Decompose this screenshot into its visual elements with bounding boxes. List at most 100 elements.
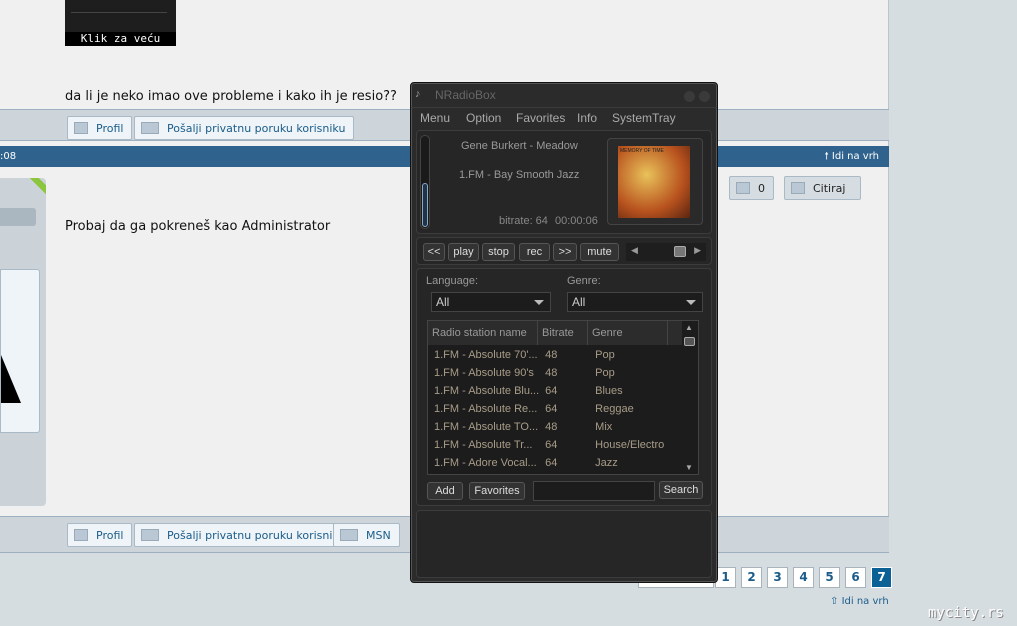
msn-button[interactable]: MSN bbox=[333, 523, 400, 547]
album-art-title: MEMORY OF TIME bbox=[620, 148, 664, 154]
scroll-up-icon[interactable]: ▲ bbox=[685, 323, 693, 332]
station-name: 1.FM - Absolute Blu... bbox=[434, 385, 540, 397]
column-genre[interactable]: Genre bbox=[588, 321, 668, 345]
station-genre: Pop bbox=[595, 367, 615, 379]
station-bitrate: 64 bbox=[545, 457, 558, 469]
go-top-link[interactable]: ⇧ Idi na vrh bbox=[830, 596, 889, 607]
now-playing-panel: Gene Burkert - Meadow 1.FM - Bay Smooth … bbox=[416, 130, 712, 234]
bitrate: bitrate: 64 bbox=[499, 215, 548, 227]
station-genre: Jazz bbox=[595, 457, 618, 469]
list-scrollbar[interactable]: ▲ ▼ bbox=[681, 321, 698, 474]
search-button[interactable]: Search bbox=[659, 481, 703, 499]
close-button[interactable] bbox=[699, 91, 710, 102]
thumb-caption: Klik za veću bbox=[65, 32, 176, 46]
menu-systemtray[interactable]: SystemTray bbox=[612, 111, 676, 125]
page-4[interactable]: 4 bbox=[793, 567, 814, 588]
stop-button[interactable]: stop bbox=[482, 243, 515, 261]
post-text: da li je neko imao ove probleme i kako i… bbox=[65, 89, 397, 104]
station-name: 1.FM - Absolute 70'... bbox=[434, 349, 538, 361]
station-row[interactable]: 1.FM - Absolute 70'... 48 Pop bbox=[428, 346, 669, 364]
msn-label: MSN bbox=[366, 528, 391, 542]
menu-menu[interactable]: Menu bbox=[420, 111, 450, 125]
track-name: Gene Burkert - Meadow bbox=[461, 140, 578, 152]
seek-bar[interactable]: ◀ ▶ bbox=[626, 243, 706, 261]
page-7-current[interactable]: 7 bbox=[871, 567, 892, 588]
seek-left-icon[interactable]: ◀ bbox=[631, 245, 638, 256]
like-button[interactable]: 0 bbox=[729, 176, 774, 200]
station-bitrate: 64 bbox=[545, 439, 558, 451]
genre-value: All bbox=[572, 295, 586, 309]
menu-favorites[interactable]: Favorites bbox=[516, 111, 565, 125]
station-bitrate: 64 bbox=[545, 385, 558, 397]
avatar bbox=[0, 269, 40, 433]
genre-label: Genre: bbox=[567, 275, 601, 287]
station-genre: Blues bbox=[595, 385, 623, 397]
controls-panel: << play stop rec >> mute ◀ ▶ bbox=[416, 237, 712, 265]
thumbs-up-icon bbox=[736, 182, 750, 194]
station-name: 1.FM - Bay Smooth Jazz bbox=[459, 169, 580, 181]
station-name: 1.FM - Absolute Re... bbox=[434, 403, 538, 415]
profile-label: Profil bbox=[96, 528, 124, 542]
next-button[interactable]: >> bbox=[553, 243, 577, 261]
station-row[interactable]: 1.FM - Adore Vocal... 64 Jazz bbox=[428, 454, 669, 472]
station-row[interactable]: 1.FM - Absolute Blu... 64 Blues bbox=[428, 382, 669, 400]
volume-slider[interactable] bbox=[420, 135, 430, 229]
favorites-button[interactable]: Favorites bbox=[469, 482, 525, 500]
profile-label: Profil bbox=[96, 121, 124, 135]
pm-button[interactable]: Pošalji privatnu poruku korisniku bbox=[134, 523, 355, 547]
seek-thumb[interactable] bbox=[674, 246, 686, 257]
menu-info[interactable]: Info bbox=[577, 111, 597, 125]
station-row[interactable]: 1.FM - Absolute TO... 48 Mix bbox=[428, 418, 669, 436]
page-5[interactable]: 5 bbox=[819, 567, 840, 588]
quote-button[interactable]: Citiraj bbox=[784, 176, 861, 200]
profile-button[interactable]: Profil bbox=[67, 523, 133, 547]
station-genre: House/Electro bbox=[595, 439, 665, 451]
pm-label: Pošalji privatnu poruku korisniku bbox=[167, 121, 346, 135]
profile-icon bbox=[74, 529, 88, 541]
page-3[interactable]: 3 bbox=[767, 567, 788, 588]
station-row[interactable]: 1.FM - Absolute Re... 64 Reggae bbox=[428, 400, 669, 418]
post-time: :08 bbox=[0, 151, 17, 162]
scroll-thumb[interactable] bbox=[684, 337, 695, 346]
page-2[interactable]: 2 bbox=[741, 567, 762, 588]
nradiobox-window: ♪ NRadioBox Menu Option Favorites Info S… bbox=[410, 82, 718, 583]
go-top-label: Idi na vrh bbox=[841, 596, 889, 607]
go-top-label: Idi na vrh bbox=[831, 151, 879, 162]
station-name: 1.FM - Absolute Tr... bbox=[434, 439, 533, 451]
minimize-button[interactable] bbox=[684, 91, 695, 102]
prev-button[interactable]: << bbox=[423, 243, 445, 261]
play-button[interactable]: play bbox=[448, 243, 479, 261]
language-select[interactable]: All bbox=[431, 292, 551, 312]
mute-button[interactable]: mute bbox=[580, 243, 619, 261]
seek-right-icon[interactable]: ▶ bbox=[694, 245, 701, 256]
search-input[interactable] bbox=[533, 481, 655, 501]
pm-button[interactable]: Pošalji privatnu poruku korisniku bbox=[134, 116, 355, 140]
station-bitrate: 48 bbox=[545, 367, 558, 379]
page-1[interactable]: 1 bbox=[715, 567, 736, 588]
rec-button[interactable]: rec bbox=[519, 243, 550, 261]
language-value: All bbox=[436, 295, 450, 309]
menu-bar: Menu Option Favorites Info SystemTray bbox=[411, 107, 717, 128]
like-count: 0 bbox=[758, 181, 765, 195]
column-bitrate[interactable]: Bitrate bbox=[538, 321, 588, 345]
genre-select[interactable]: All bbox=[567, 292, 703, 312]
station-row[interactable]: 1.FM - Absolute Tr... 64 House/Electro bbox=[428, 436, 669, 454]
envelope-icon bbox=[141, 122, 159, 134]
window-title: NRadioBox bbox=[435, 88, 496, 102]
scroll-down-icon[interactable]: ▼ bbox=[685, 463, 693, 472]
station-genre: Pop bbox=[595, 349, 615, 361]
station-genre: Reggae bbox=[595, 403, 634, 415]
station-bitrate: 48 bbox=[545, 421, 558, 433]
menu-option[interactable]: Option bbox=[466, 111, 501, 125]
album-art: MEMORY OF TIME bbox=[618, 146, 690, 218]
profile-icon bbox=[74, 122, 88, 134]
station-row[interactable]: 1.FM - Absolute 90's 48 Pop bbox=[428, 364, 669, 382]
page-6[interactable]: 6 bbox=[845, 567, 866, 588]
go-top-link[interactable]: 🠕 Idi na vrh bbox=[824, 146, 879, 167]
add-button[interactable]: Add bbox=[427, 482, 463, 500]
chevron-down-icon bbox=[686, 300, 696, 305]
column-name[interactable]: Radio station name bbox=[428, 321, 538, 345]
attachment-thumbnail[interactable]: Klik za veću bbox=[65, 0, 176, 46]
album-art-frame: MEMORY OF TIME bbox=[607, 138, 703, 225]
profile-button[interactable]: Profil bbox=[67, 116, 133, 140]
